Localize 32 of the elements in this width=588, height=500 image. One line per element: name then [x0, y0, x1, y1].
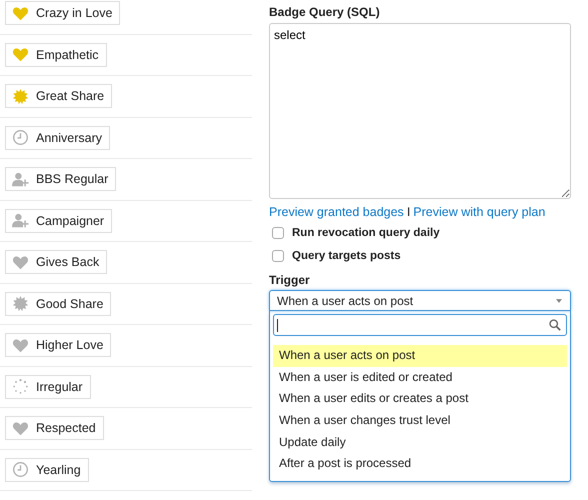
checkbox-label: Run revocation query daily [292, 226, 440, 238]
link-separator: I [406, 205, 410, 219]
badge-chip[interactable]: Campaigner [5, 208, 112, 233]
trigger-select[interactable]: When a user acts on post [269, 290, 571, 311]
dropdown-option[interactable]: After a post is processed [273, 453, 567, 476]
badge-chip[interactable]: Higher Love [5, 333, 112, 358]
badge-chip[interactable]: Anniversary [5, 126, 110, 150]
dropdown-option[interactable]: Update daily [273, 432, 567, 454]
dropdown-option[interactable]: When a user edits or creates a post [273, 388, 567, 410]
dropdown-option[interactable]: When a user acts on post [273, 345, 567, 367]
checkbox[interactable] [272, 250, 284, 262]
dropdown-option[interactable]: When a user changes trust level [273, 410, 567, 432]
field-label: Trigger [269, 273, 311, 289]
badge-chip[interactable]: Empathetic [5, 42, 107, 67]
badge-chip[interactable]: Great Share [5, 84, 112, 108]
checkbox[interactable] [272, 226, 284, 238]
badge-chip[interactable]: Gives Back [5, 250, 108, 274]
search-field[interactable] [273, 314, 567, 336]
dropdown-option[interactable]: When a user is edited or created [273, 366, 567, 388]
badge-chip[interactable]: Good Share [5, 292, 112, 316]
caret-icon [556, 298, 562, 302]
query-textarea[interactable]: select [269, 23, 571, 199]
badge-chip[interactable]: Crazy in Love [5, 1, 120, 26]
checkbox-label: Query targets posts [292, 250, 401, 262]
badge-chip[interactable]: Respected [5, 416, 104, 440]
badge-chip[interactable]: Yearling [5, 458, 89, 482]
field-label: Badge Query (SQL) [269, 5, 381, 21]
badge-chip[interactable]: Irregular [5, 374, 91, 399]
preview-link[interactable]: Preview granted badges [269, 205, 404, 219]
search-icon [549, 319, 561, 331]
badge-chip[interactable]: BBS Regular [5, 167, 116, 192]
preview-link[interactable]: Preview with query plan [413, 205, 546, 219]
